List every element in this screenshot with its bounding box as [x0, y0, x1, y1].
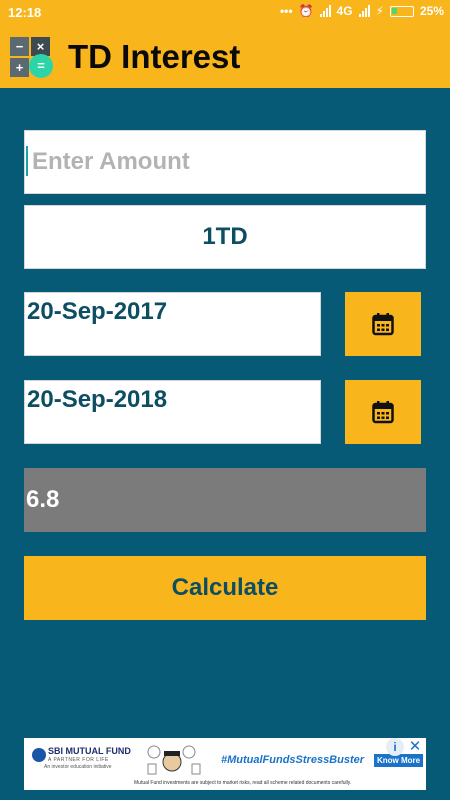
ad-disclaimer: Mutual Fund investments are subject to m…: [134, 780, 352, 786]
signal-icon: [319, 5, 331, 17]
battery-icon: [389, 5, 414, 17]
ad-banner[interactable]: SBI MUTUAL FUND A PARTNER FOR LIFE An in…: [24, 738, 426, 790]
sbi-logo-icon: [32, 748, 46, 762]
alarm-icon: ⏰: [298, 4, 314, 18]
start-date-field[interactable]: 20-Sep-2017: [24, 292, 321, 356]
network-type: 4G: [336, 4, 353, 18]
end-date-calendar-button[interactable]: [345, 380, 421, 444]
status-bar: 12:18 ••• ⏰ 4G ⚡ 25%: [0, 0, 450, 26]
battery-level: 25%: [419, 4, 444, 18]
calendar-icon: [372, 313, 394, 336]
status-icons: ••• ⏰ 4G ⚡ 25%: [280, 4, 444, 18]
more-icon: •••: [279, 4, 293, 18]
start-date-calendar-button[interactable]: [345, 292, 421, 356]
ad-info-icon[interactable]: i: [386, 738, 404, 756]
calculate-button[interactable]: Calculate: [24, 556, 426, 620]
charging-icon: ⚡: [375, 4, 384, 18]
interest-rate-display: 6.8: [24, 468, 426, 532]
ad-initiative: An investor education initiative: [44, 764, 112, 770]
amount-input[interactable]: [24, 130, 426, 194]
calculator-icon: − × + =: [10, 37, 53, 79]
ad-brand: SBI MUTUAL FUND: [48, 746, 131, 756]
ad-close-icon[interactable]: ✕: [406, 738, 424, 756]
ad-illustration-icon: [147, 745, 201, 775]
status-time: 12:18: [8, 5, 42, 20]
end-date-field[interactable]: 20-Sep-2018: [24, 380, 321, 444]
ad-tagline: A PARTNER FOR LIFE: [48, 757, 109, 763]
app-bar: − × + = TD Interest: [0, 26, 450, 88]
td-type-selector[interactable]: 1TD: [24, 205, 426, 269]
calendar-icon: [372, 401, 394, 424]
text-cursor: [26, 146, 28, 176]
signal-icon-2: [358, 5, 370, 17]
ad-hashtag: #MutualFundsStressBuster: [221, 754, 365, 766]
app-title: TD Interest: [68, 38, 241, 75]
